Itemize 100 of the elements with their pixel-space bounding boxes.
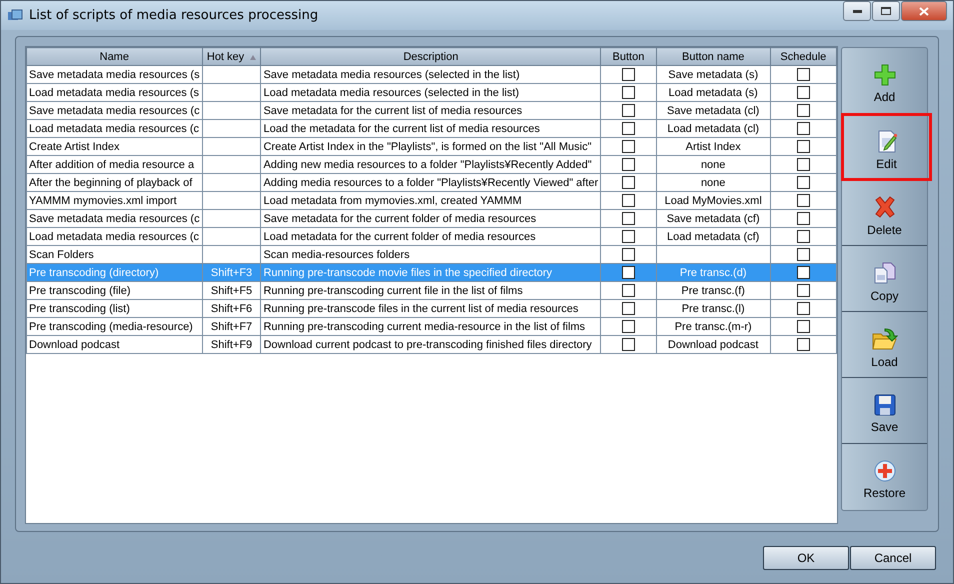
- checkbox[interactable]: [796, 320, 810, 334]
- table-cell: none: [656, 174, 770, 192]
- table-cell: Shift+F5: [202, 282, 261, 300]
- table-cell[interactable]: Save metadata media resources (s: [26, 66, 202, 84]
- copy-icon: [872, 260, 896, 285]
- checkbox[interactable]: [622, 122, 635, 136]
- checkbox[interactable]: [622, 212, 635, 226]
- table-cell: Download podcast: [656, 336, 770, 354]
- restore-icon: [874, 460, 896, 482]
- table-cell[interactable]: After the beginning of playback of: [26, 174, 202, 192]
- checkbox[interactable]: [796, 140, 810, 154]
- window-icon: [7, 8, 23, 23]
- checkbox[interactable]: [622, 194, 635, 208]
- column-header[interactable]: Schedule: [770, 48, 836, 66]
- checkbox[interactable]: [796, 284, 810, 298]
- checkbox[interactable]: [622, 86, 635, 100]
- table-cell: Running pre-transcode movie files in the specified directory: [260, 264, 601, 282]
- table-cell: Adding media resources to a folder "Playlists¥Recently Viewed" after: [260, 174, 601, 192]
- toolbar-button[interactable]: Edit: [842, 114, 931, 180]
- table-cell: Adding new media resources to a folder "Playlists¥Recently Added": [260, 156, 601, 174]
- table-cell[interactable]: Load metadata media resources (c: [26, 120, 202, 138]
- table-cell: Pre transc.(m-r): [656, 318, 770, 336]
- table-cell[interactable]: YAMMM mymovies.xml import: [26, 192, 202, 210]
- plus-icon: [874, 64, 896, 86]
- table-cell: Shift+F3: [202, 264, 261, 282]
- checkbox[interactable]: [796, 104, 810, 118]
- checkbox[interactable]: [622, 104, 635, 118]
- table-cell[interactable]: Save metadata media resources (c: [26, 210, 202, 228]
- column-header[interactable]: Name: [26, 48, 202, 66]
- maximize-icon: [881, 7, 891, 15]
- checkbox[interactable]: [796, 176, 810, 190]
- table-cell[interactable]: After addition of media resource a: [26, 156, 202, 174]
- toolbar-button[interactable]: Save: [842, 378, 927, 444]
- table-cell: Save metadata (s): [656, 66, 770, 84]
- table-cell[interactable]: Download podcast: [26, 336, 202, 354]
- table-cell: Save metadata media resources (selected in the list): [260, 66, 601, 84]
- table-cell: Download current podcast to pre-transcoding finished files directory: [260, 336, 601, 354]
- minimize-button[interactable]: [843, 1, 871, 21]
- checkbox[interactable]: [796, 68, 810, 82]
- table-cell[interactable]: Pre transcoding (list): [26, 300, 202, 318]
- table-cell[interactable]: Create Artist Index: [26, 138, 202, 156]
- table-cell: Pre transc.(l): [656, 300, 770, 318]
- toolbar-button[interactable]: Delete: [842, 180, 927, 246]
- checkbox[interactable]: [796, 212, 810, 226]
- column-header[interactable]: Button: [600, 48, 656, 66]
- toolbar-button[interactable]: Add: [842, 48, 927, 114]
- checkbox[interactable]: [796, 194, 810, 208]
- checkbox[interactable]: [622, 176, 635, 190]
- table-cell: Load metadata (cf): [656, 228, 770, 246]
- checkbox[interactable]: [622, 302, 635, 316]
- table-cell[interactable]: Load metadata media resources (c: [26, 228, 202, 246]
- window-title: List of scripts of media resources processing: [29, 8, 320, 24]
- checkbox[interactable]: [796, 158, 810, 172]
- checkbox[interactable]: [622, 230, 635, 244]
- table-cell: Load MyMovies.xml: [656, 192, 770, 210]
- checkbox[interactable]: [796, 248, 810, 262]
- maximize-button[interactable]: [872, 1, 900, 21]
- table-cell: Load the metadata for the current list of media resources: [260, 120, 601, 138]
- checkbox[interactable]: [796, 302, 810, 316]
- checkbox[interactable]: [796, 86, 810, 100]
- table-cell[interactable]: Pre transcoding (file): [26, 282, 202, 300]
- column-header[interactable]: Description: [260, 48, 601, 66]
- table-cell: Load metadata (s): [656, 84, 770, 102]
- table-cell: Shift+F7: [202, 318, 261, 336]
- column-header[interactable]: Hot key: [202, 48, 261, 66]
- table-cell: Create Artist Index in the "Playlists", is formed on the list "All Music": [260, 138, 601, 156]
- table-cell: Load metadata from mymovies.xml, created YAMMM: [260, 192, 601, 210]
- checkbox[interactable]: [622, 158, 635, 172]
- table-cell: Save metadata (cl): [656, 102, 770, 120]
- checkbox[interactable]: [796, 230, 810, 244]
- checkbox[interactable]: [622, 338, 635, 352]
- checkbox[interactable]: [796, 338, 810, 352]
- dialog-button[interactable]: Cancel: [850, 546, 936, 570]
- table-cell: Running pre-transcoding current file in the list of films: [260, 282, 601, 300]
- table-cell: Save metadata for the current list of media resources: [260, 102, 601, 120]
- checkbox[interactable]: [622, 320, 635, 334]
- edit-icon: [876, 128, 898, 153]
- checkbox[interactable]: [622, 266, 635, 280]
- toolbar-button[interactable]: Restore: [842, 444, 927, 510]
- checkbox[interactable]: [796, 266, 810, 280]
- delete-icon: [872, 194, 896, 219]
- close-button[interactable]: [901, 1, 947, 21]
- column-header[interactable]: Button name: [656, 48, 770, 66]
- table-cell: Save metadata for the current folder of media resources: [260, 210, 601, 228]
- dialog-button[interactable]: OK: [763, 546, 849, 570]
- toolbar-button[interactable]: Load: [842, 312, 927, 378]
- toolbar-button[interactable]: Copy: [842, 246, 927, 312]
- table-cell[interactable]: Pre transcoding (media-resource): [26, 318, 202, 336]
- table-cell: Save metadata (cf): [656, 210, 770, 228]
- table-cell[interactable]: Load metadata media resources (s: [26, 84, 202, 102]
- table-cell: Load metadata for the current folder of media resources: [260, 228, 601, 246]
- table-cell[interactable]: Save metadata media resources (c: [26, 102, 202, 120]
- checkbox[interactable]: [622, 68, 635, 82]
- table-cell: Shift+F6: [202, 300, 261, 318]
- checkbox[interactable]: [796, 122, 810, 136]
- minimize-icon: [852, 10, 862, 12]
- checkbox[interactable]: [622, 140, 635, 154]
- checkbox[interactable]: [622, 248, 635, 262]
- table-cell: none: [656, 156, 770, 174]
- checkbox[interactable]: [622, 284, 635, 298]
